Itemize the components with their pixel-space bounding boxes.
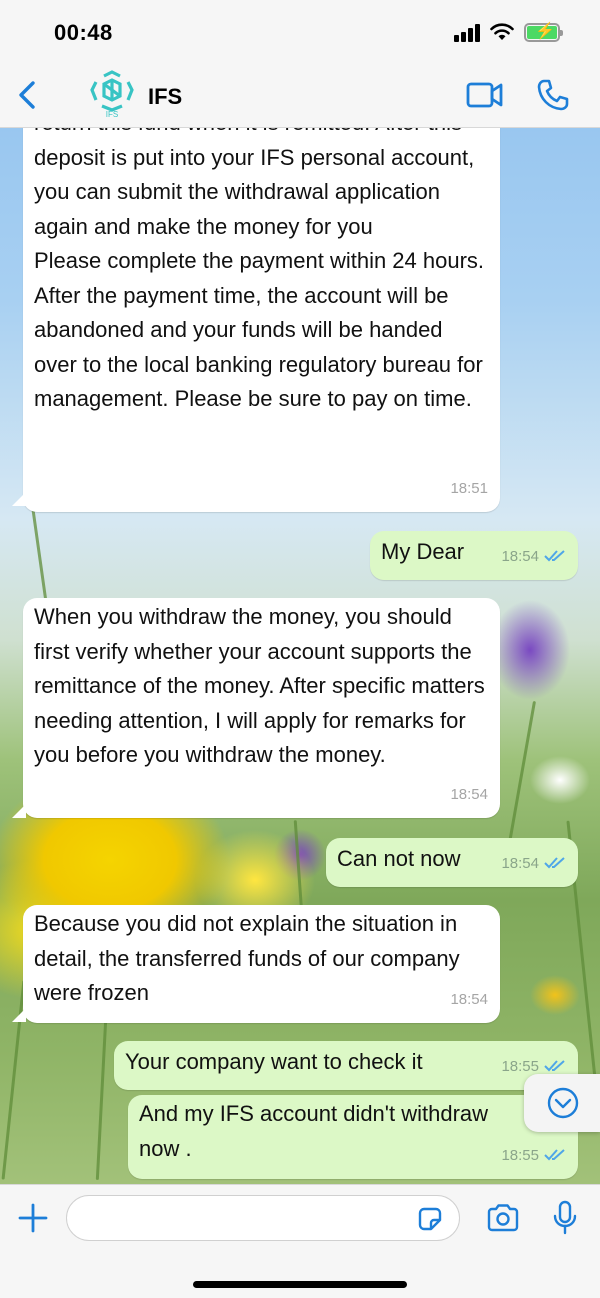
chevron-down-circle-icon <box>547 1087 579 1119</box>
composer-bar <box>0 1184 600 1298</box>
microphone-icon[interactable] <box>552 1200 578 1236</box>
status-time: 00:48 <box>54 20 113 45</box>
message-time: 18:54 <box>450 990 488 1008</box>
contact-name[interactable]: IFS <box>148 84 182 110</box>
scroll-to-bottom-button[interactable] <box>524 1074 600 1132</box>
message-text: When you withdraw the money, you should … <box>34 604 491 767</box>
message-time: 18:54 <box>450 785 488 803</box>
message-bubble-incoming[interactable]: When you withdraw the money, you should … <box>23 598 500 818</box>
message-text: return this fund when it is remitted. Af… <box>34 128 485 411</box>
message-input[interactable] <box>66 1195 460 1241</box>
read-receipt-icon <box>544 1148 565 1160</box>
message-text: Your company want to check it <box>125 1049 423 1074</box>
message-time: 18:51 <box>450 479 488 497</box>
message-bubble-outgoing[interactable]: And my IFS account didn't withdraw now .… <box>128 1095 578 1179</box>
camera-icon[interactable] <box>486 1203 520 1233</box>
home-indicator[interactable] <box>193 1281 407 1288</box>
message-bubble-incoming[interactable]: Because you did not explain the situatio… <box>23 905 500 1023</box>
status-bar: 00:48 ⚡ <box>0 0 600 62</box>
svg-text:IFS: IFS <box>106 110 118 118</box>
wifi-icon <box>490 23 514 40</box>
sticker-icon[interactable] <box>416 1205 444 1233</box>
cellular-signal-icon <box>454 24 482 42</box>
contact-avatar[interactable]: IFS <box>88 70 136 118</box>
message-time: 18:54 <box>501 547 539 565</box>
video-call-icon[interactable] <box>466 80 504 110</box>
message-meta: 18:55 <box>501 1139 566 1174</box>
phone-call-icon[interactable] <box>536 78 570 112</box>
battery-charging-icon: ⚡ <box>524 23 563 42</box>
read-receipt-icon <box>544 856 565 868</box>
chat-header: IFS IFS <box>0 62 600 128</box>
message-text: Because you did not explain the situatio… <box>34 911 466 1005</box>
read-receipt-icon <box>544 1059 565 1071</box>
message-time: 18:55 <box>501 1057 539 1075</box>
back-chevron-icon[interactable] <box>14 80 40 110</box>
plus-icon[interactable] <box>18 1203 48 1233</box>
bubble-tail <box>12 492 26 506</box>
read-receipt-icon <box>544 549 565 561</box>
message-bubble-outgoing[interactable]: Can not now 18:54 <box>326 838 578 887</box>
message-time: 18:55 <box>501 1146 539 1164</box>
message-time: 18:54 <box>501 854 539 872</box>
message-list[interactable]: return this fund when it is remitted. Af… <box>0 128 600 1184</box>
message-bubble-outgoing[interactable]: Your company want to check it 18:55 <box>114 1041 578 1090</box>
message-bubble-incoming[interactable]: return this fund when it is remitted. Af… <box>23 128 500 512</box>
message-text: And my IFS account didn't withdraw now . <box>139 1101 495 1161</box>
message-bubble-outgoing[interactable]: My Dear 18:54 <box>370 531 578 580</box>
message-meta: 18:54 <box>501 847 566 882</box>
message-meta: 18:54 <box>501 540 566 575</box>
